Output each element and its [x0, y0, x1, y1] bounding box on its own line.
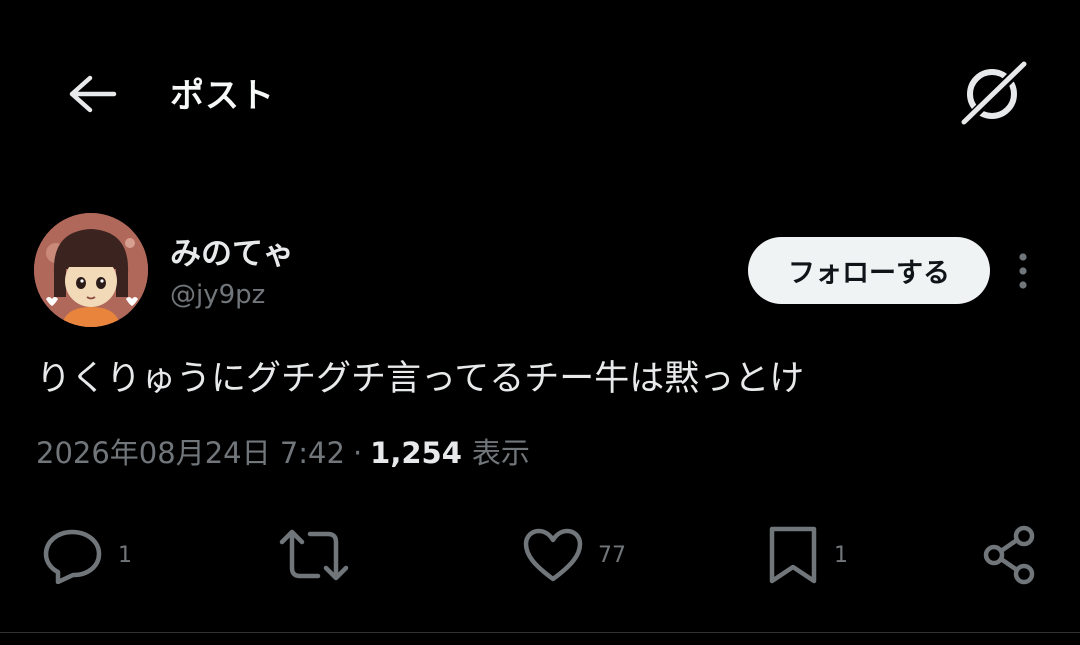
repost-button[interactable]: [278, 515, 364, 595]
more-vertical-icon: [1019, 253, 1027, 289]
views-count: 1,254: [370, 436, 462, 470]
bookmark-count: 1: [834, 542, 848, 568]
reply-button[interactable]: 1: [42, 515, 132, 595]
grok-icon: [961, 61, 1027, 126]
like-count: 77: [598, 542, 626, 568]
share-button[interactable]: [980, 515, 1040, 595]
reply-icon: [43, 529, 102, 584]
more-options-button[interactable]: [1005, 248, 1041, 294]
avatar-illustration: [34, 213, 148, 327]
avatar[interactable]: [34, 213, 148, 327]
post-text: りくりゅうにグチグチ言ってるチー牛は黙っとけ: [36, 359, 805, 399]
like-button[interactable]: 77: [522, 515, 626, 595]
author-handle[interactable]: @jy9pz: [170, 280, 265, 310]
bookmark-button[interactable]: 1: [766, 515, 848, 595]
grok-button[interactable]: [955, 58, 1031, 128]
author-name[interactable]: みのてゃ: [170, 228, 294, 273]
post-meta: 2026年08月24日 7:42 · 1,254 表示: [36, 430, 530, 472]
repost-icon: [279, 529, 349, 581]
arrow-left-icon: [69, 75, 117, 113]
page-title: ポスト: [170, 76, 275, 116]
heart-icon: [523, 528, 583, 582]
top-app-bar: ポスト: [0, 0, 1080, 180]
back-button[interactable]: [62, 66, 122, 122]
follow-button[interactable]: フォローする: [748, 237, 990, 304]
divider: [0, 632, 1080, 633]
bookmark-icon: [769, 526, 817, 584]
meta-separator: ·: [352, 436, 363, 470]
share-icon: [983, 525, 1035, 585]
action-bar: 1 77 1: [0, 515, 1080, 595]
post-timestamp[interactable]: 2026年08月24日 7:42: [36, 430, 345, 472]
reply-count: 1: [118, 542, 132, 568]
post-detail-page: ポスト みのてゃ @jy9pz フォローする りくりゅうにグチグチ言ってるチー牛…: [0, 0, 1080, 645]
views-label: 表示: [471, 436, 530, 470]
